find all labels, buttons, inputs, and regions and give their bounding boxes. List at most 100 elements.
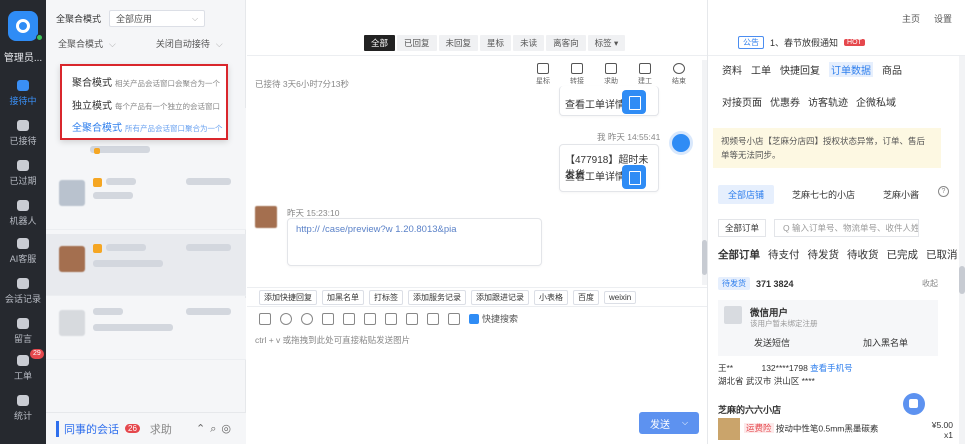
nav-label: 接待中 xyxy=(9,96,37,106)
service-record-button[interactable]: 添加服务记录 xyxy=(408,289,466,305)
cut-icon[interactable] xyxy=(322,312,334,325)
nav-item-ai[interactable]: AI客服 xyxy=(0,238,46,265)
file-icon[interactable] xyxy=(406,312,418,325)
table-button[interactable]: 小表格 xyxy=(534,289,568,305)
order-tab-unpaid[interactable]: 待支付 xyxy=(768,247,800,262)
fold-button[interactable]: 收起 xyxy=(922,278,938,289)
nav-item-messages[interactable]: 留言 xyxy=(0,318,46,345)
conversation-item[interactable] xyxy=(46,168,246,230)
send-button[interactable]: 发送 ⌵ xyxy=(639,412,699,434)
scroll-thumb[interactable] xyxy=(959,266,965,294)
message-link[interactable]: 查看工单详情 xyxy=(565,168,625,183)
tab-products[interactable]: 商品 xyxy=(882,62,902,77)
nav-item-stats[interactable]: 统计 xyxy=(0,395,46,422)
nav-item-receiving[interactable]: 接待中 xyxy=(0,80,46,107)
nav-item-received[interactable]: 已接待 xyxy=(0,120,46,147)
colleague-sessions-tab[interactable]: 同事的会话 xyxy=(56,420,119,437)
shop-tab[interactable]: 芝麻小酱 xyxy=(873,185,929,204)
share-icon[interactable] xyxy=(364,312,376,325)
filter-unread[interactable]: 未读 xyxy=(513,35,545,51)
mode-select[interactable]: 全聚合模式 ⌵ xyxy=(58,37,116,50)
session-duration: 已接待 3天6小时7分13秒 xyxy=(255,79,349,89)
nav-label: 机器人 xyxy=(9,216,37,226)
link-text[interactable]: http:// /case/preview?w 1.20.8013&pia xyxy=(296,223,536,237)
floating-home-button[interactable] xyxy=(903,393,925,415)
filter-all[interactable]: 全部 xyxy=(364,35,396,51)
clock-icon[interactable] xyxy=(301,312,313,325)
mode-option-full-aggregate[interactable]: 全聚合模式 所有产品会话窗口聚合为一个 xyxy=(72,119,223,134)
star-tool[interactable]: 星标 xyxy=(533,63,553,96)
filter-tags[interactable]: 标签 ▾ xyxy=(587,35,626,51)
order-number[interactable]: 371 3824 xyxy=(756,279,794,289)
settings-link[interactable]: 设置 xyxy=(934,12,952,25)
shop-tab[interactable]: 芝麻七七的小店 xyxy=(782,185,865,204)
gallery-icon[interactable] xyxy=(427,312,439,325)
conversation-item-selected[interactable] xyxy=(46,234,246,296)
sender-info: 我 昨天 14:55:41 xyxy=(597,132,661,142)
end-tool[interactable]: 结束 xyxy=(669,63,689,96)
home-link[interactable]: 主页 xyxy=(902,12,920,25)
order-tab-cancel[interactable]: 已取消 xyxy=(926,247,958,262)
mode-option-independent[interactable]: 独立模式 每个产品有一个独立的会话窗口 xyxy=(72,97,220,112)
nav-item-records[interactable]: 会话记录 xyxy=(0,278,46,305)
filter-unreplied[interactable]: 未回复 xyxy=(438,35,479,51)
option-title: 独立模式 xyxy=(72,101,112,112)
weixin-button[interactable]: weixin xyxy=(604,290,637,304)
footer-tools[interactable]: ⌃⌕◎ xyxy=(196,422,236,436)
nav-label: 已过期 xyxy=(9,176,37,186)
app-select[interactable]: 全部应用 ⌵ xyxy=(109,10,206,27)
nav-item-tickets[interactable]: 29 工单 xyxy=(0,349,46,382)
mic-icon[interactable] xyxy=(448,312,460,325)
order-search-input[interactable]: Q 输入订单号、物流单号、收件人姓 xyxy=(774,219,920,237)
order-tab-to-receive[interactable]: 待收货 xyxy=(847,247,879,262)
view-phone-link[interactable]: 查看手机号 xyxy=(810,363,853,373)
order-tab-done[interactable]: 已完成 xyxy=(887,247,919,262)
add-blacklist-button[interactable]: 加入黑名单 xyxy=(863,336,908,349)
order-type-select[interactable]: 全部订单 xyxy=(718,219,767,237)
filter-direction[interactable]: 离客向 xyxy=(546,35,586,51)
conversation-item[interactable] xyxy=(46,298,246,360)
help-icon[interactable]: ? xyxy=(938,186,949,197)
quick-reply-button[interactable]: 添加快捷回复 xyxy=(259,289,317,305)
input-hint[interactable]: ctrl + v 或拖拽到此处可直接粘贴发送图片 xyxy=(255,334,410,346)
nav-item-robot[interactable]: 机器人 xyxy=(0,200,46,227)
follow-record-button[interactable]: 添加跟进记录 xyxy=(471,289,529,305)
tab-quick-reply[interactable]: 快捷回复 xyxy=(780,62,820,77)
quick-search-toggle[interactable]: 快捷搜索 xyxy=(469,312,518,325)
mode-option-aggregate[interactable]: 聚合模式 相关产品会话窗口会聚合为一个 xyxy=(72,74,220,89)
tab-track[interactable]: 访客轨迹 xyxy=(808,94,848,109)
emoji-icon[interactable] xyxy=(280,312,292,325)
tag-button[interactable]: 打标签 xyxy=(369,289,403,305)
order-item[interactable]: 运费险 按动中性笔0.5mm黑墨碳素 xyxy=(718,418,878,440)
auto-close-select[interactable]: 关闭自动接待 ⌵ xyxy=(156,37,223,50)
filter-replied[interactable]: 已回复 xyxy=(397,35,437,51)
chevron-down-icon: ⌵ xyxy=(215,39,223,49)
nav-item-expired[interactable]: 已过期 xyxy=(0,160,46,187)
baidu-button[interactable]: 百度 xyxy=(573,289,599,305)
admin-name[interactable]: 管理员... xyxy=(0,49,46,64)
blacklist-button[interactable]: 加黑名单 xyxy=(322,289,364,305)
help-tab[interactable]: 求助 xyxy=(150,421,172,437)
message-bubble: 【477918】超时未发货 查看工单详情 xyxy=(559,144,659,192)
order-tab-to-ship[interactable]: 待发货 xyxy=(808,247,840,262)
nav-label: 已接待 xyxy=(9,136,37,146)
tab-coupons[interactable]: 优惠券 xyxy=(770,94,800,109)
order-tab-all[interactable]: 全部订单 xyxy=(718,247,760,262)
video-icon[interactable] xyxy=(385,312,397,325)
tab-orders[interactable]: 订单数据 xyxy=(829,62,873,77)
tab-profile[interactable]: 资料 xyxy=(722,62,742,77)
tab-dock[interactable]: 对接页面 xyxy=(722,94,762,109)
tab-tickets[interactable]: 工单 xyxy=(751,62,771,77)
document-icon[interactable] xyxy=(622,90,646,114)
send-sms-button[interactable]: 发送短信 xyxy=(754,336,790,349)
shop-tab-all[interactable]: 全部店铺 xyxy=(718,185,775,204)
announcement-bar[interactable]: 公告 1、春节放假通知 HOT xyxy=(738,36,865,49)
right-scrollbar[interactable] xyxy=(959,56,965,444)
link-message[interactable]: http:// /case/preview?w 1.20.8013&pia xyxy=(287,218,542,266)
document-icon[interactable] xyxy=(622,165,646,189)
evaluate-icon[interactable] xyxy=(343,312,355,325)
filter-starred[interactable]: 星标 xyxy=(480,35,512,51)
tab-wecom[interactable]: 企微私域 xyxy=(856,94,896,109)
image-icon[interactable] xyxy=(259,312,271,325)
price-value: ¥5.00 xyxy=(931,420,953,430)
